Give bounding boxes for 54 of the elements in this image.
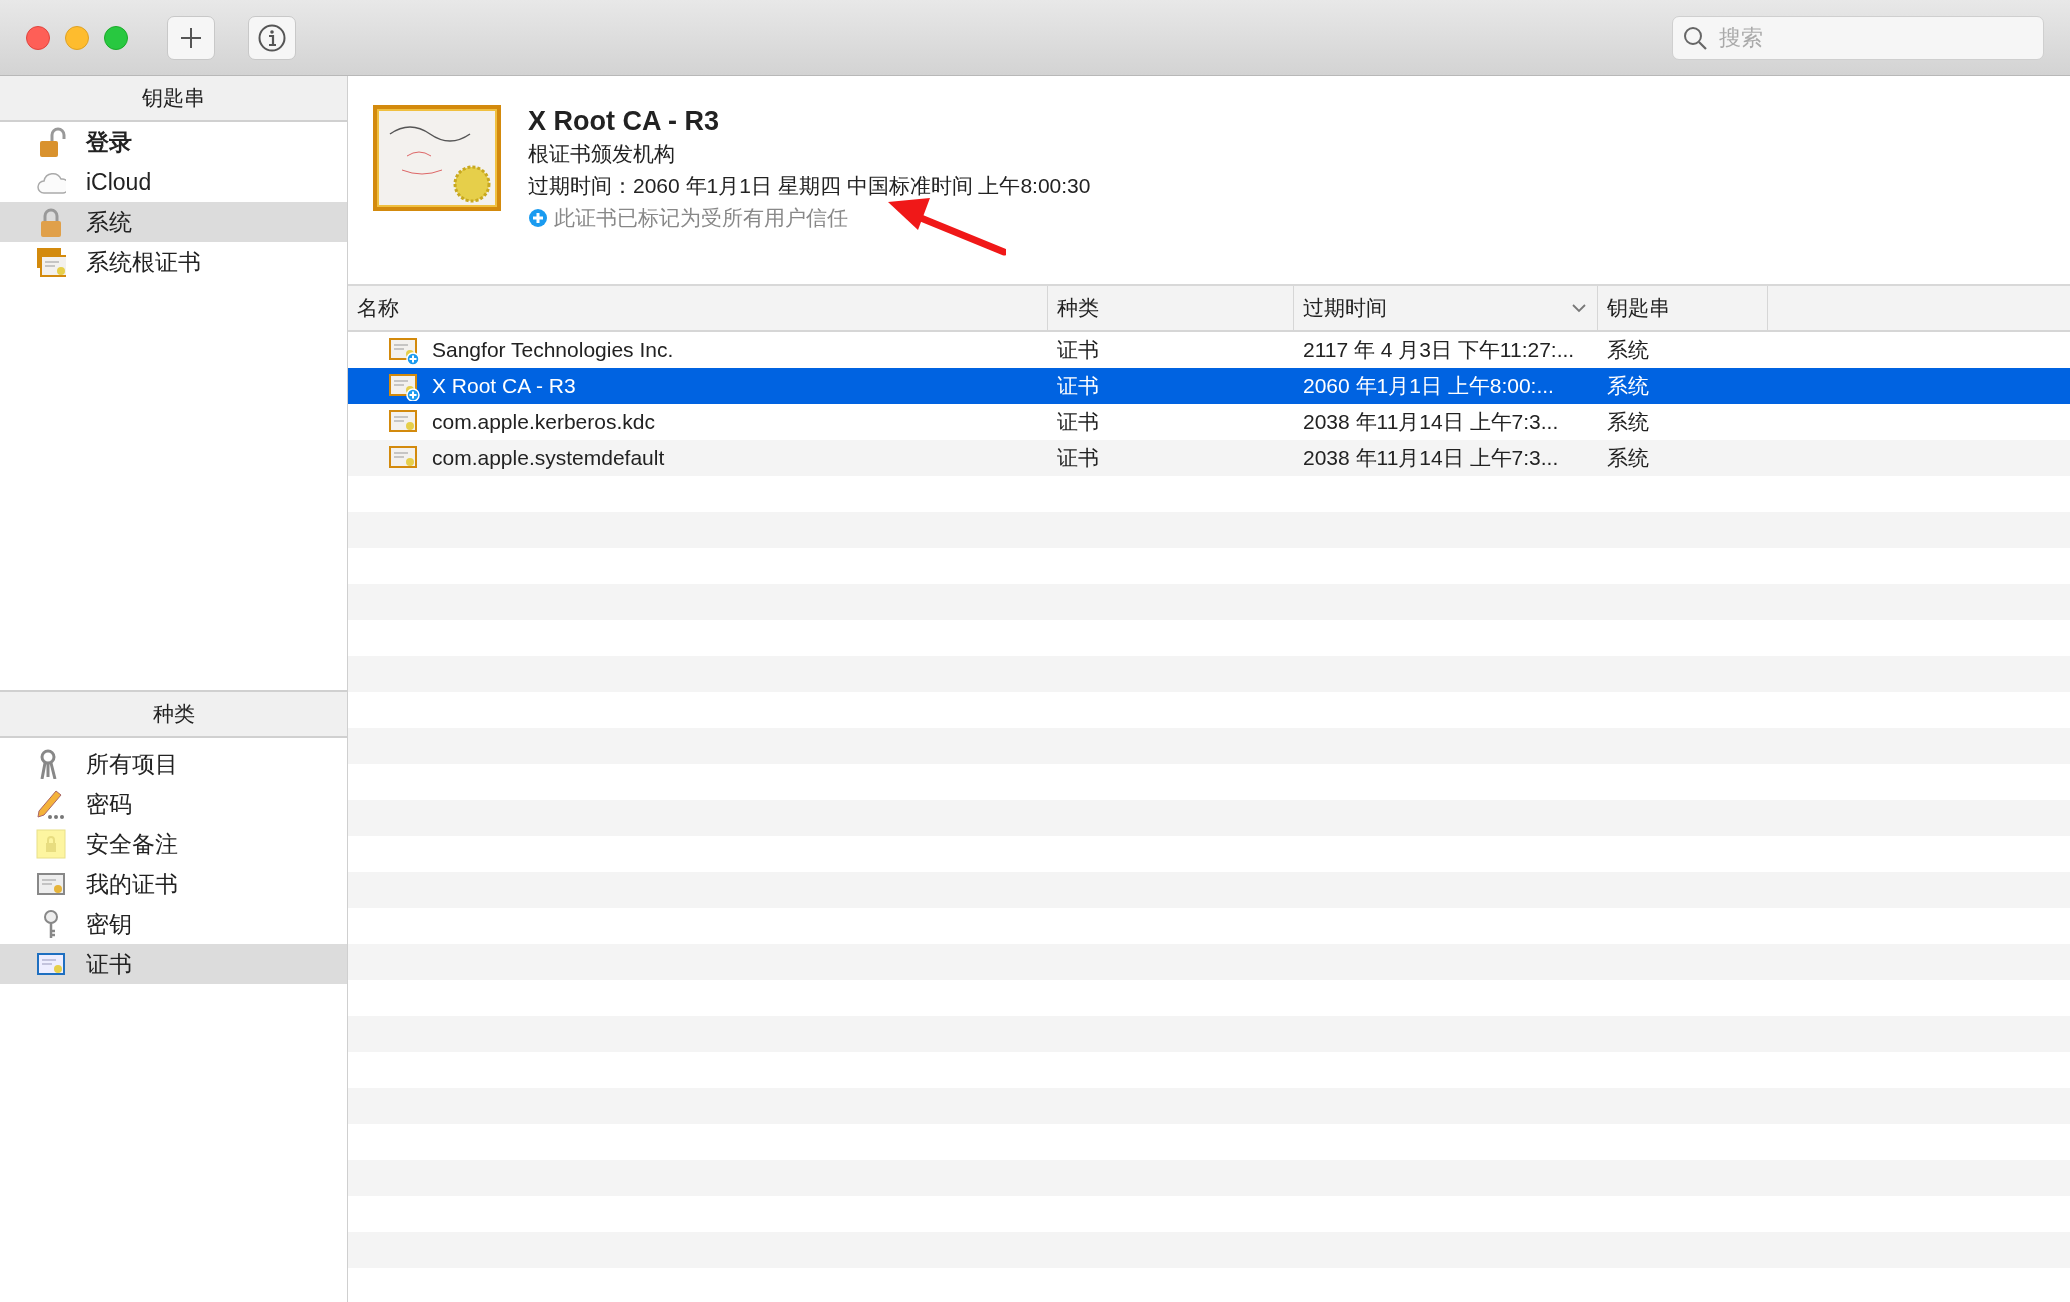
section-header: 种类 [0,690,347,738]
column-header[interactable]: 名称 [348,286,1048,330]
sidebar-item-label: 安全备注 [86,829,178,859]
search-field[interactable]: 搜索 [1672,15,2044,60]
table-cell-text: X Root CA - R3 [432,373,576,400]
sidebar-item-label: 证书 [86,949,132,979]
minimize-button[interactable] [65,25,89,50]
table-cell-text: 系统 [1606,409,1650,436]
zoom-button[interactable] [104,25,128,50]
section-header: 钥匙串 [0,76,347,122]
trust-status: 此证书已标记为受所有用户信任 [554,205,848,231]
certificate-title: X Root CA - R3 [528,105,720,138]
table-cell-text: com.apple.kerberos.kdc [432,409,655,436]
plus-icon [528,208,548,228]
sidebar-item-label: 密码 [86,789,132,819]
table-cell-text: 系统 [1606,373,1650,400]
sidebar-item-label: iCloud [86,167,152,197]
column-header[interactable]: 钥匙串 [1598,286,1768,330]
table-cell-text: com.apple.systemdefault [432,445,665,472]
certificates-icon [36,247,66,277]
table-cell-text: Sangfor Technologies Inc. [432,337,674,364]
sidebar-item-label: 系统 [86,207,132,237]
sidebar-item-label: 密钥 [86,909,132,939]
sidebar-item-label: 我的证书 [86,869,178,899]
column-header[interactable]: 种类 [1048,286,1294,330]
note-icon [36,829,66,859]
plus-icon [179,25,203,50]
column-header[interactable]: 过期时间 [1294,286,1598,330]
table-cell-text: 系统 [1606,445,1650,472]
expiry-text: 过期时间：2060 年1月1日 星期四 中国标准时间 上午8:00:30 [528,173,1091,199]
table-cell-text: 证书 [1056,445,1100,472]
info-icon [257,22,287,53]
table-cell-text: 2117 年 4 月3日 下午11:27:... [1302,337,1576,364]
table-cell-text: 证书 [1056,409,1100,436]
table-cell-text: 2060 年1月1日 上午8:00:... [1302,373,1555,400]
table-cell-text: 证书 [1056,337,1100,364]
table-cell-text: 证书 [1056,373,1100,400]
sidebar-item-label: 所有项目 [86,749,178,779]
certificate-icon [372,104,502,212]
table-cell-text: 2038 年11月14日 上午7:3... [1302,445,1560,472]
table-row[interactable]: com.apple.systemdefault 证书 2038 年11月14日 上午7:3... 系统 [348,440,2070,476]
certificate-type: 根证书颁发机构 [528,141,676,167]
table-cell-text: 2038 年11月14日 上午7:3... [1302,409,1560,436]
sidebar-item-label: 登录 [86,127,132,157]
pencil-icon [36,789,66,819]
close-button[interactable] [26,25,50,50]
sidebar-item[interactable]: 系统 [0,202,347,242]
add-button[interactable] [167,15,215,60]
info-button[interactable] [248,15,296,60]
sidebar-item[interactable]: 证书 [0,944,347,984]
table-row[interactable]: X Root CA - R3 证书 2060 年1月1日 上午8:00:... 系统 [348,368,2070,404]
search-icon [1682,24,1708,51]
sidebar-item-label: 系统根证书 [86,247,201,277]
table-cell-text: 系统 [1606,337,1650,364]
